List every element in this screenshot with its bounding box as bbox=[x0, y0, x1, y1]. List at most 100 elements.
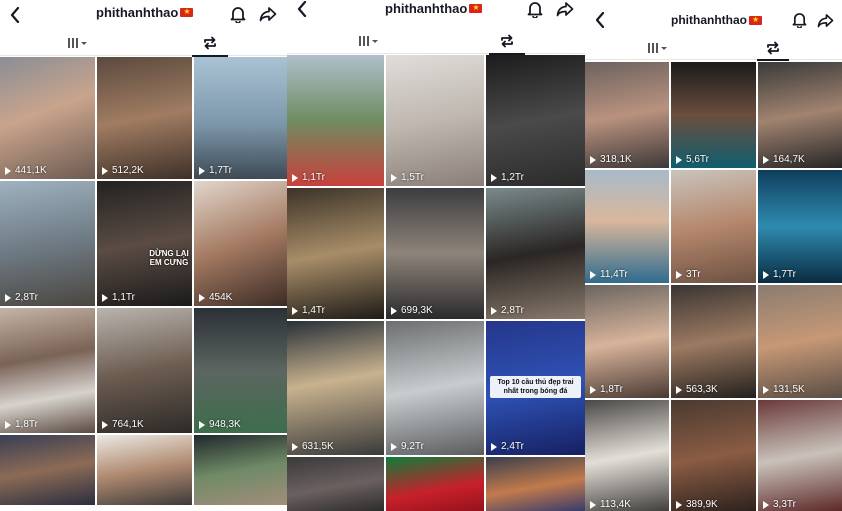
profile-title: phithanhthao bbox=[385, 1, 483, 16]
video-tile[interactable]: 1,8Tr bbox=[585, 285, 669, 398]
username: phithanhthao bbox=[96, 5, 179, 20]
video-tile[interactable] bbox=[97, 435, 192, 505]
view-count: 2,4Tr bbox=[491, 441, 524, 452]
video-grid: 318,1K 5,6Tr 164,7K 11,4Tr 3Tr 1,7Tr 1,8… bbox=[585, 62, 842, 511]
video-tile[interactable]: 631,5K bbox=[287, 321, 384, 455]
profile-tabs bbox=[585, 36, 842, 61]
grid-filter-icon bbox=[68, 38, 87, 48]
play-icon bbox=[590, 155, 596, 164]
video-grid: 441,1K 512,2K 1,7Tr 2,8Tr DỪNG LẠI EM CƯ… bbox=[0, 57, 289, 505]
video-tile[interactable] bbox=[486, 457, 585, 511]
view-count: 3,3Tr bbox=[763, 499, 796, 510]
view-count: 9,2Tr bbox=[391, 441, 424, 452]
play-icon bbox=[102, 420, 108, 429]
video-tile[interactable]: 5,6Tr bbox=[671, 62, 756, 168]
video-tile[interactable] bbox=[386, 457, 484, 511]
back-arrow-icon[interactable] bbox=[593, 11, 607, 29]
vietnam-flag-icon bbox=[748, 14, 762, 26]
bell-icon[interactable] bbox=[789, 10, 809, 30]
video-tile[interactable]: 2,8Tr bbox=[486, 188, 585, 319]
play-icon bbox=[292, 442, 298, 451]
view-count: 1,5Tr bbox=[391, 172, 424, 183]
view-count: 1,1Tr bbox=[102, 292, 135, 303]
play-icon bbox=[676, 270, 682, 279]
play-icon bbox=[491, 442, 497, 451]
video-tile[interactable]: 11,4Tr bbox=[585, 170, 669, 283]
tab-reposts[interactable] bbox=[489, 28, 525, 55]
view-count: 454K bbox=[199, 292, 232, 303]
video-tile[interactable]: 318,1K bbox=[585, 62, 669, 168]
video-tile[interactable]: 1,8Tr bbox=[0, 308, 95, 433]
play-icon bbox=[676, 500, 682, 509]
video-tile[interactable]: 764,1K bbox=[97, 308, 192, 433]
video-tile[interactable]: 1,7Tr bbox=[758, 170, 842, 283]
play-icon bbox=[292, 173, 298, 182]
play-icon bbox=[102, 166, 108, 175]
play-icon bbox=[676, 385, 682, 394]
video-tile[interactable] bbox=[194, 435, 289, 505]
share-icon[interactable] bbox=[258, 4, 278, 24]
tab-reposts[interactable] bbox=[192, 30, 228, 57]
back-arrow-icon[interactable] bbox=[295, 0, 309, 18]
view-count: 1,4Tr bbox=[292, 305, 325, 316]
bell-icon[interactable] bbox=[525, 0, 545, 19]
video-tile[interactable]: 131,5K bbox=[758, 285, 842, 398]
view-count: 2,8Tr bbox=[5, 292, 38, 303]
play-icon bbox=[5, 293, 11, 302]
view-count: 1,7Tr bbox=[199, 165, 232, 176]
tab-videos-grid[interactable] bbox=[640, 36, 676, 60]
share-icon[interactable] bbox=[815, 10, 835, 30]
video-tile[interactable]: 164,7K bbox=[758, 62, 842, 168]
view-count: 1,7Tr bbox=[763, 269, 796, 280]
header: phithanhthao bbox=[585, 0, 842, 30]
video-tile[interactable]: 1,1Tr bbox=[287, 55, 384, 186]
tab-videos-grid[interactable] bbox=[58, 30, 98, 56]
video-tile[interactable]: 1,5Tr bbox=[386, 55, 484, 186]
tab-videos-grid[interactable] bbox=[349, 28, 389, 54]
video-tile[interactable] bbox=[0, 435, 95, 505]
play-icon bbox=[391, 442, 397, 451]
video-tile[interactable]: 441,1K bbox=[0, 57, 95, 179]
video-tile[interactable]: 454K bbox=[194, 181, 289, 306]
video-tile[interactable]: 3,3Tr bbox=[758, 400, 842, 511]
profile-tabs bbox=[287, 28, 585, 55]
play-icon bbox=[292, 306, 298, 315]
back-arrow-icon[interactable] bbox=[8, 6, 22, 24]
video-tile[interactable]: 9,2Tr bbox=[386, 321, 484, 455]
view-count: 764,1K bbox=[102, 419, 144, 430]
profile-panel-3: phithanhthao 318,1K 5,6Tr 164,7K 11,4Tr … bbox=[585, 0, 842, 511]
video-tile[interactable]: DỪNG LẠI EM CƯNG 1,1Tr bbox=[97, 181, 192, 306]
video-tile[interactable]: Top 10 cầu thủ đẹp trai nhất trong bóng … bbox=[486, 321, 585, 455]
play-icon bbox=[491, 173, 497, 182]
play-icon bbox=[676, 155, 682, 164]
video-tile[interactable] bbox=[287, 457, 384, 511]
grid-filter-icon bbox=[648, 43, 667, 53]
play-icon bbox=[763, 500, 769, 509]
video-tile[interactable]: 512,2K bbox=[97, 57, 192, 179]
view-count: 1,8Tr bbox=[590, 384, 623, 395]
view-count: 512,2K bbox=[102, 165, 144, 176]
view-count: 631,5K bbox=[292, 441, 334, 452]
video-tile[interactable]: 1,7Tr bbox=[194, 57, 289, 179]
tab-reposts[interactable] bbox=[757, 36, 789, 61]
video-tile[interactable]: 699,3K bbox=[386, 188, 484, 319]
profile-panel-1: phithanhthao 441,1K 512,2K 1,7Tr 2,8Tr D… bbox=[0, 0, 289, 511]
play-icon bbox=[5, 166, 11, 175]
profile-tabs bbox=[0, 30, 289, 57]
view-count: 5,6Tr bbox=[676, 154, 709, 165]
video-tile[interactable]: 1,4Tr bbox=[287, 188, 384, 319]
bell-icon[interactable] bbox=[228, 4, 248, 24]
share-icon[interactable] bbox=[555, 0, 575, 19]
grid-filter-icon bbox=[359, 36, 378, 46]
view-count: 318,1K bbox=[590, 154, 632, 165]
video-tile[interactable]: 948,3K bbox=[194, 308, 289, 433]
video-tile[interactable]: 3Tr bbox=[671, 170, 756, 283]
play-icon bbox=[763, 270, 769, 279]
video-tile[interactable]: 113,4K bbox=[585, 400, 669, 511]
vietnam-flag-icon bbox=[180, 6, 194, 18]
video-tile[interactable]: 389,9K bbox=[671, 400, 756, 511]
video-tile[interactable]: 563,3K bbox=[671, 285, 756, 398]
video-tile[interactable]: 1,2Tr bbox=[486, 55, 585, 186]
video-tile[interactable]: 2,8Tr bbox=[0, 181, 95, 306]
play-icon bbox=[199, 166, 205, 175]
